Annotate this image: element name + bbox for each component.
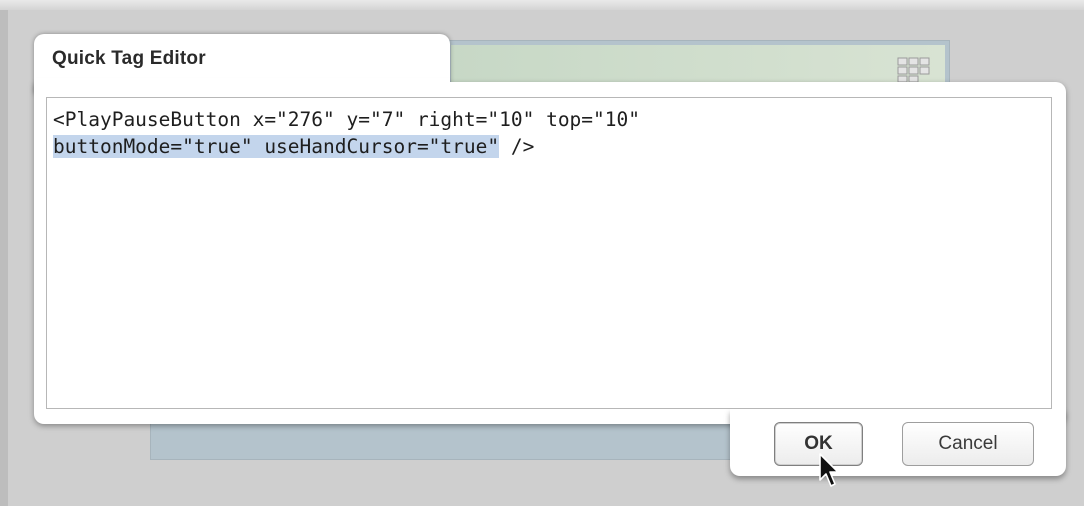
dialog-title: Quick Tag Editor (52, 48, 206, 69)
editor-line-2-rest: /> (499, 135, 535, 158)
tag-code-editor[interactable]: <PlayPauseButton x="276" y="7" right="10… (46, 97, 1052, 409)
grid-icon (897, 57, 930, 83)
app-left-edge (0, 10, 8, 506)
editor-line-2: buttonMode="true" useHandCursor="true" /… (53, 133, 1045, 160)
mouse-pointer-icon (819, 453, 839, 487)
selected-text: buttonMode="true" useHandCursor="true" (53, 135, 500, 158)
editor-line-1: <PlayPauseButton x="276" y="7" right="10… (53, 108, 640, 131)
dialog-tab-join (34, 78, 450, 98)
app-top-strip (0, 0, 1084, 10)
cancel-button[interactable]: Cancel (902, 422, 1034, 466)
